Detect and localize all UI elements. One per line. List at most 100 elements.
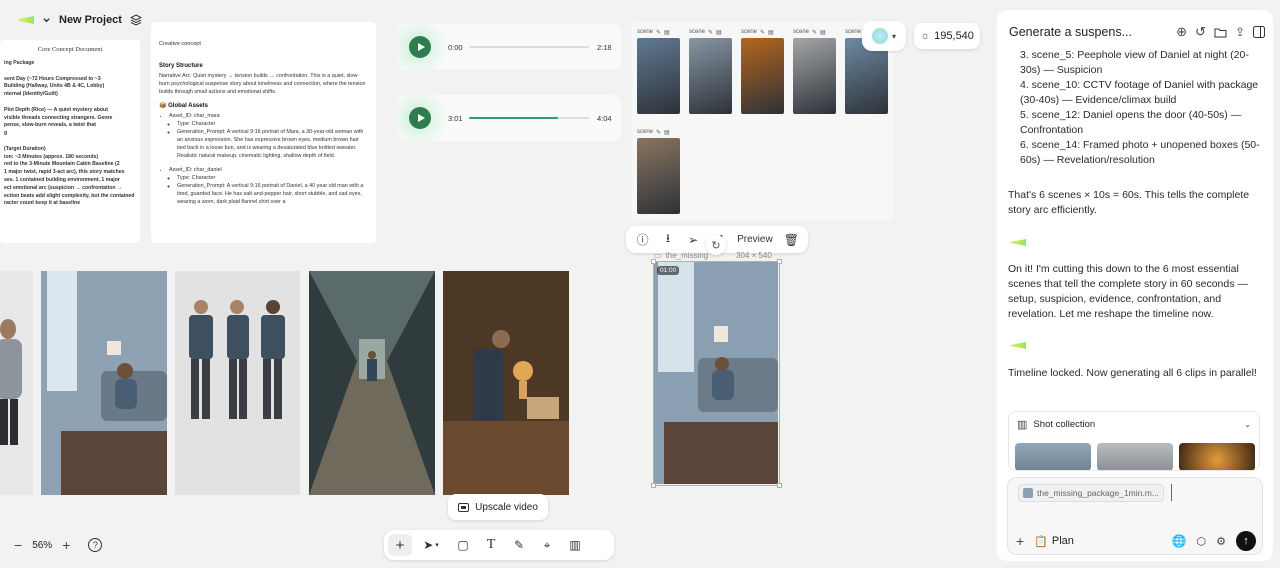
scene-thumbnail[interactable]: scene✎▤ [793,26,836,114]
refresh-icon[interactable]: ↻ [706,235,726,255]
doc-line: ion: ~3 Minutes (approx. 180 seconds) [4,153,99,160]
edit-icon[interactable]: ✎ [656,129,661,136]
scene-thumbnail[interactable]: scene✎▤ [637,26,680,114]
globe-icon[interactable]: 🌐 [1172,534,1187,548]
zoom-out-icon[interactable]: − [14,537,22,553]
chevron-down-icon[interactable] [42,16,51,25]
add-icon[interactable]: + [1016,533,1024,549]
clipboard-icon: 📋 [1034,535,1048,548]
audio-current-time: 0:00 [448,43,463,52]
credits-badge[interactable]: ☼ 195,540 [914,23,980,49]
info-icon[interactable]: ⓘ [630,227,655,253]
plan-list-item: 6. scene_14: Framed photo + unopened box… [1020,139,1260,166]
resize-handle[interactable] [777,483,782,488]
asset1-prompt: Generation_Prompt: A vertical 9:16 portr… [177,128,368,160]
doc-line: sent Day (~72 Hours Compressed to ~3 [4,75,101,82]
preview-button[interactable]: Preview [737,234,773,245]
edit-icon[interactable]: ✎ [760,29,765,36]
audio-player-2[interactable]: 3:01 4:04 [397,95,621,141]
scene-thumbnail[interactable]: scene✎▤ [741,26,784,114]
doc-line: Building (Hallway, Units 4B & 4C, Lobby) [4,83,105,90]
comment-icon[interactable]: ▤ [716,29,722,36]
image-tile-daniel-turnaround[interactable] [175,271,300,495]
chat-composer[interactable]: the_missing_package_1min.m... + 📋 Plan 🌐… [1007,477,1263,555]
credits-value: 195,540 [934,30,974,42]
asset2-id: Asset_ID: char_daniel [169,166,368,174]
attachment-filename: the_missing_package_1min.m... [1037,488,1159,498]
edit-icon[interactable]: ✎ [708,29,713,36]
image-tile-mara-back[interactable] [0,271,33,495]
share-icon[interactable]: ⇪ [1235,25,1245,39]
doc-line: ses. 1 contained building environment, 1… [4,176,120,183]
shot-thumbnail[interactable] [1179,443,1255,470]
text-icon[interactable]: T [478,532,504,558]
help-icon[interactable]: ? [88,538,103,552]
add-circle-icon[interactable]: ⊕ [1176,24,1187,40]
core-concept-document[interactable]: Core Concept Document ing Package sent D… [0,40,140,243]
send-icon[interactable]: ➢ [681,227,706,253]
story-text: Narrative Arc: Quiet mystery → tension b… [159,73,366,95]
project-name[interactable]: New Project [59,14,122,26]
cube-icon[interactable]: ⬡ [1197,535,1207,548]
chevron-down-icon: ▾ [891,31,896,41]
edit-icon[interactable]: ✎ [812,29,817,36]
doc-line [4,68,136,76]
zoom-level[interactable]: 56% [32,540,52,551]
history-icon[interactable]: ↺ [1195,24,1206,40]
comment-icon[interactable]: ▤ [768,29,774,36]
doc-line: red to the 3-Minute Mountain Cabin Basel… [4,161,120,168]
attachment-chip[interactable]: the_missing_package_1min.m... [1018,484,1164,502]
avatar [871,28,888,44]
download-icon[interactable]: ⭳ [655,227,680,253]
audio-progress-bar[interactable] [469,46,589,48]
video-file-icon [1023,488,1033,498]
creative-concept-document[interactable]: Creative concept Story Structure Narrati… [151,22,376,243]
trash-icon[interactable]: 🗑 [779,227,804,253]
zoom-in-icon[interactable]: + [62,537,70,553]
resize-handle[interactable] [651,483,656,488]
image-tile-daniel-boxes[interactable] [443,271,569,495]
image-tile-mara-couch[interactable] [41,271,167,495]
sidebar-toggle-icon[interactable] [1253,26,1265,38]
audio-total-time: 2:18 [597,43,612,52]
settings-sliders-icon[interactable]: ⚙ [1216,535,1226,548]
rectangle-icon[interactable]: ▢ [450,532,476,558]
scene-thumbnail[interactable]: scene✎▤ [689,26,732,114]
folder-icon[interactable] [1214,27,1227,38]
doc-line: nternal (Identity/Guilt) [4,91,58,98]
chevron-down-icon[interactable]: ⌄ [1244,420,1251,429]
doc-title: Core Concept Document [37,46,103,53]
comment-icon[interactable]: ▤ [664,129,670,136]
location-pin-icon[interactable]: ⌖ [534,532,560,558]
doc-line [4,138,136,146]
shot-thumbnail[interactable] [1015,443,1091,470]
layout-icon[interactable]: ▥ [562,532,588,558]
pen-icon[interactable]: ✎ [506,532,532,558]
play-icon[interactable] [409,36,431,58]
project-header[interactable]: New Project [18,14,142,26]
tool-palette: + ➤ ▾ ▢ T ✎ ⌖ ▥ [384,530,614,560]
avatar-menu[interactable]: ▾ [862,21,906,51]
layers-icon[interactable] [129,14,142,26]
shot-thumbnail[interactable] [1097,443,1173,470]
upscale-video-button[interactable]: Upscale video [448,494,548,520]
image-tile-hallway[interactable] [309,271,435,495]
selected-video-clip[interactable]: 01:00 [651,259,782,488]
resize-handle[interactable] [651,259,656,264]
plan-mode-button[interactable]: 📋 Plan [1034,535,1161,548]
play-icon[interactable] [409,107,431,129]
comment-icon[interactable]: ▤ [664,29,670,36]
send-button[interactable]: ↑ [1236,531,1256,551]
audio-player-1[interactable]: 0:00 2:18 [397,24,621,70]
audio-progress-bar[interactable] [469,117,589,119]
scene-thumbnail[interactable]: scene✎▤ [637,126,680,214]
panel-header: Generate a suspens... ⊕ ↺ ⇪ [1009,24,1265,40]
thumbnail-label: scene✎▤ [741,26,784,38]
pointer-icon[interactable]: ➤ ▾ [414,532,448,558]
shot-collection-card[interactable]: ▥ Shot collection ⌄ [1008,411,1260,471]
edit-icon[interactable]: ✎ [656,29,661,36]
comment-icon[interactable]: ▤ [820,29,826,36]
add-icon[interactable]: + [388,534,412,556]
panel-title[interactable]: Generate a suspens... [1009,25,1168,39]
resize-handle[interactable] [777,259,782,264]
